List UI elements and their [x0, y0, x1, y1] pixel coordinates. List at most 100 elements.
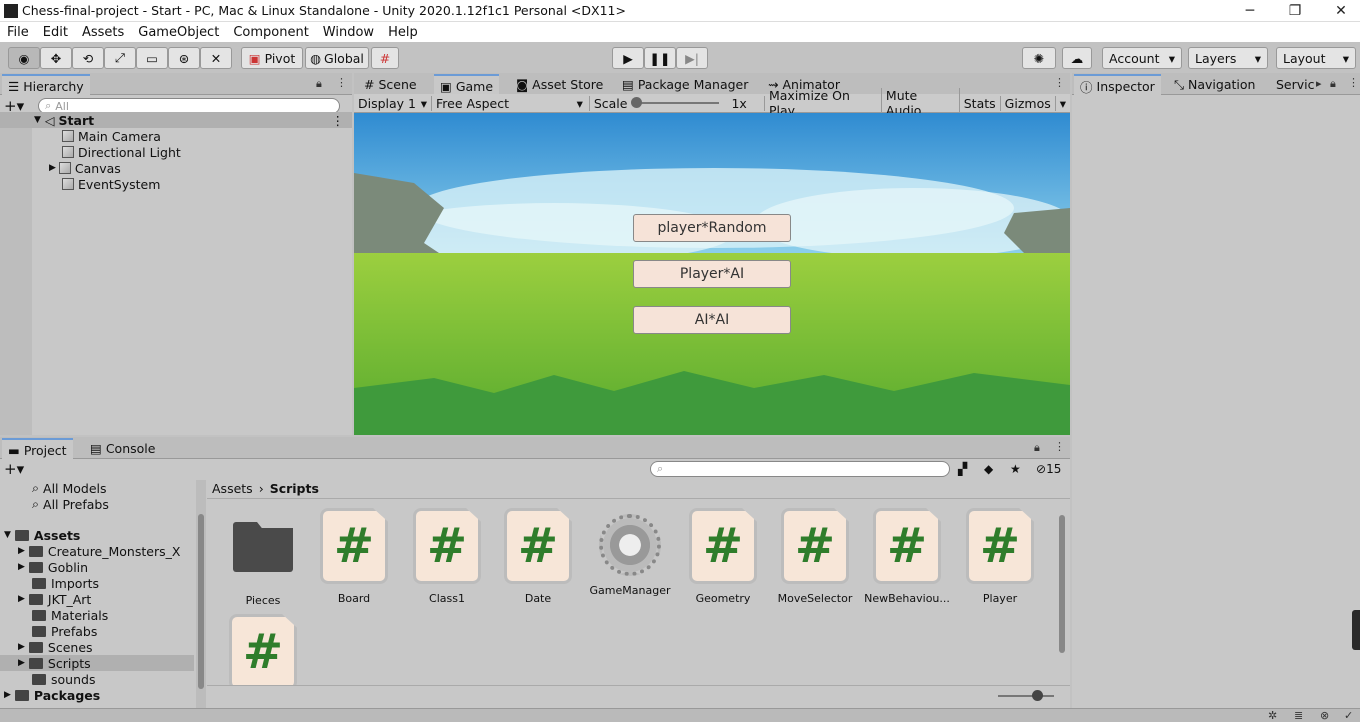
lock-icon[interactable]: 🔒︎ [1034, 441, 1040, 455]
transform-tool-button[interactable]: ⊛ [168, 47, 200, 69]
close-button[interactable]: ✕ [1318, 0, 1360, 22]
tree-scrollbar[interactable] [196, 480, 206, 708]
hierarchy-item[interactable]: EventSystem [0, 176, 160, 192]
tree-root-assets[interactable]: ▼ Assets [4, 527, 80, 543]
scene-root-start[interactable]: ▼ ◁ Start ⋮ [0, 112, 352, 128]
network-icon[interactable]: ⊗ [1320, 709, 1329, 722]
player-random-button[interactable]: player*Random [633, 214, 791, 242]
breadcrumb-assets[interactable]: Assets [212, 481, 253, 496]
project-search-input[interactable]: ⌕ [650, 461, 950, 477]
filter-type-icon[interactable]: ▞ [958, 462, 967, 476]
label-filter-icon[interactable]: ◆ [984, 462, 993, 476]
tree-item[interactable]: ▶ Scenes [18, 639, 93, 655]
tab-services[interactable]: Servic [1270, 74, 1321, 95]
stack-icon[interactable]: ≣ [1294, 709, 1303, 722]
favorite-all-prefabs[interactable]: ⌕ All Prefabs [32, 496, 109, 512]
asset-script[interactable]: # NewBehaviou... [862, 508, 952, 605]
tree-item-selected[interactable]: ▶ Scripts [0, 655, 194, 671]
asset-script[interactable]: # Date [493, 508, 583, 605]
tree-item[interactable]: ▶ Creature_Monsters_X [18, 543, 180, 559]
menu-gameobject[interactable]: GameObject [131, 25, 226, 40]
tab-inspector[interactable]: ⓘ Inspector [1074, 74, 1161, 96]
tab-project[interactable]: ▬ Project [2, 438, 73, 460]
menu-file[interactable]: File [0, 25, 36, 40]
asset-folder-pieces[interactable]: Pieces [218, 508, 308, 607]
asset-script-partial[interactable]: # [218, 614, 308, 685]
menu-edit[interactable]: Edit [36, 25, 75, 40]
asset-grid-scrollbar-thumb[interactable] [1059, 515, 1065, 653]
hierarchy-item[interactable]: ▶ Canvas [0, 160, 121, 176]
kebab-menu-icon[interactable]: ⋮ [1348, 76, 1359, 89]
minimize-button[interactable]: ─ [1227, 0, 1273, 22]
add-icon[interactable]: +▾ [4, 460, 24, 478]
menu-help[interactable]: Help [381, 25, 425, 40]
menu-assets[interactable]: Assets [75, 25, 131, 40]
display-dropdown[interactable]: Display 1 ▾ [354, 95, 433, 111]
tab-scroll-right-icon[interactable]: ▸ [1316, 77, 1322, 90]
global-button[interactable]: ◍ Global [305, 47, 369, 69]
view-tool-button[interactable]: ◉ [8, 47, 40, 69]
tree-scrollbar-thumb[interactable] [198, 514, 204, 689]
tree-item[interactable]: Imports [32, 575, 99, 591]
tree-item[interactable]: sounds [32, 671, 95, 687]
step-button[interactable]: ▶| [676, 47, 708, 69]
asset-script[interactable]: # MoveSelector [770, 508, 860, 605]
game-view[interactable]: player*Random Player*AI AI*AI [354, 113, 1070, 435]
tab-navigation[interactable]: ⤡ Navigation [1168, 74, 1261, 95]
hidden-packages-toggle[interactable]: ⊘15 [1036, 462, 1061, 476]
asset-script[interactable]: # Geometry [678, 508, 768, 605]
cloud-button[interactable]: ☁ [1062, 47, 1092, 69]
player-ai-button[interactable]: Player*AI [633, 260, 791, 288]
asset-script[interactable]: # Class1 [402, 508, 492, 605]
custom-tool-button[interactable]: ✕ [200, 47, 232, 69]
ai-ai-button[interactable]: AI*AI [633, 306, 791, 334]
play-button[interactable]: ▶ [612, 47, 644, 69]
breadcrumb-scripts[interactable]: Scripts [270, 481, 319, 496]
lock-icon[interactable]: 🔒︎ [316, 77, 322, 91]
menu-window[interactable]: Window [316, 25, 381, 40]
favorite-all-models[interactable]: ⌕ All Models [32, 480, 107, 496]
layers-dropdown[interactable]: Layers ▾ [1188, 47, 1268, 69]
bug-icon[interactable]: ✲ [1268, 709, 1277, 722]
tab-asset-store[interactable]: ◙ Asset Store [510, 74, 609, 95]
pause-button[interactable]: ❚❚ [644, 47, 676, 69]
pivot-button[interactable]: ▣ Pivot [241, 47, 303, 69]
kebab-menu-icon[interactable]: ⋮ [1054, 76, 1065, 89]
tree-item[interactable]: Prefabs [32, 623, 97, 639]
gizmos-dropdown-arrow-icon[interactable]: ▾ [1056, 96, 1070, 111]
asset-gamemanager[interactable]: GameManager [585, 508, 675, 597]
layout-dropdown[interactable]: Layout ▾ [1276, 47, 1356, 69]
tree-item[interactable]: Materials [32, 607, 108, 623]
hierarchy-item[interactable]: Main Camera [0, 128, 161, 144]
tab-scene[interactable]: # Scene [358, 74, 423, 95]
icon-size-slider-thumb[interactable] [1032, 690, 1043, 701]
tab-game[interactable]: ▣ Game [434, 74, 500, 96]
tab-package-manager[interactable]: ▤ Package Manager [616, 74, 754, 95]
aspect-dropdown[interactable]: Free Aspect ▾ [432, 95, 590, 111]
move-tool-button[interactable]: ✥ [40, 47, 72, 69]
asset-script[interactable]: # Player [955, 508, 1045, 605]
collab-button[interactable]: ✺ [1022, 47, 1056, 69]
restore-button[interactable]: ❐ [1272, 0, 1318, 22]
side-handle[interactable] [1352, 610, 1360, 650]
icon-size-slider[interactable] [998, 690, 1054, 701]
tree-item[interactable]: ▶ JKT_Art [18, 591, 91, 607]
tree-item[interactable]: ▶ Goblin [18, 559, 88, 575]
kebab-menu-icon[interactable]: ⋮ [1054, 440, 1065, 453]
rect-tool-button[interactable]: ▭ [136, 47, 168, 69]
kebab-menu-icon[interactable]: ⋮ [332, 113, 345, 128]
scale-slider-thumb[interactable] [631, 97, 643, 108]
tab-console[interactable]: ▤ Console [84, 438, 161, 459]
tab-hierarchy[interactable]: ☰ Hierarchy [2, 74, 90, 96]
rotate-tool-button[interactable]: ⟲ [72, 47, 104, 69]
kebab-menu-icon[interactable]: ⋮ [336, 76, 347, 89]
asset-script[interactable]: # Board [309, 508, 399, 605]
tree-root-packages[interactable]: ▶ Packages [4, 687, 100, 703]
asset-grid-scrollbar[interactable] [1056, 501, 1068, 681]
menu-component[interactable]: Component [226, 25, 315, 40]
lock-icon[interactable]: 🔒︎ [1330, 77, 1336, 91]
scale-tool-button[interactable]: ⤢ [104, 47, 136, 69]
scale-slider[interactable] [631, 97, 720, 108]
gizmos-toggle[interactable]: Gizmos [1001, 95, 1056, 111]
account-dropdown[interactable]: Account ▾ [1102, 47, 1182, 69]
